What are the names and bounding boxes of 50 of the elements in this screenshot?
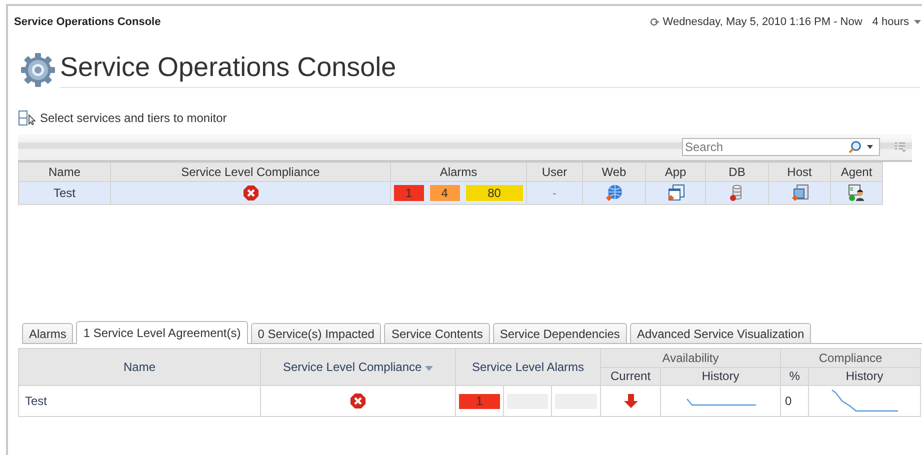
caret-icon[interactable] bbox=[866, 144, 874, 150]
tab[interactable]: Service Dependencies bbox=[492, 323, 627, 343]
column-header[interactable]: App bbox=[646, 162, 706, 182]
column-header[interactable]: Service Level Compliance bbox=[110, 162, 390, 182]
select-cursor-icon[interactable] bbox=[18, 110, 38, 126]
column-header[interactable]: History bbox=[660, 367, 781, 386]
tab[interactable]: Alarms bbox=[22, 323, 74, 343]
column-header[interactable]: Alarms bbox=[390, 162, 526, 182]
select-services-link[interactable]: Select services and tiers to monitor bbox=[40, 111, 227, 125]
table-cell[interactable]: Test bbox=[18, 386, 260, 416]
search-field[interactable]: Search bbox=[682, 138, 880, 156]
column-header[interactable]: Agent bbox=[830, 162, 882, 182]
agent-icon[interactable] bbox=[848, 184, 866, 202]
table-row[interactable]: Test 1 4 80 - bbox=[18, 182, 882, 204]
column-header[interactable]: User bbox=[526, 162, 582, 182]
tab[interactable]: 0 Service(s) Impacted bbox=[250, 323, 382, 343]
column-header[interactable]: History bbox=[808, 367, 921, 386]
column-header[interactable]: Host bbox=[768, 162, 830, 182]
search-icon[interactable] bbox=[848, 140, 862, 154]
table-cell[interactable]: Test bbox=[18, 182, 110, 204]
compliance-sparkline bbox=[830, 389, 899, 413]
alarm-count[interactable]: 4 bbox=[430, 185, 460, 201]
column-header[interactable]: Name bbox=[18, 348, 260, 386]
column-header[interactable]: Service Level Compliance bbox=[260, 348, 456, 386]
sort-arrow-icon bbox=[425, 366, 434, 371]
window-icon[interactable] bbox=[666, 184, 684, 202]
column-options-icon[interactable] bbox=[894, 141, 906, 153]
server-window-icon[interactable] bbox=[790, 184, 808, 202]
alarm-count[interactable]: 80 bbox=[466, 185, 524, 201]
tab[interactable]: Advanced Service Visualization bbox=[630, 323, 812, 343]
column-header[interactable]: DB bbox=[706, 162, 768, 182]
date-range[interactable]: Wednesday, May 5, 2010 1:16 PM - Now bbox=[662, 16, 862, 28]
page-title: Service Operations Console bbox=[60, 52, 920, 88]
caret-icon[interactable] bbox=[913, 19, 922, 25]
tab[interactable]: Service Contents bbox=[384, 323, 490, 343]
globe-icon[interactable] bbox=[605, 184, 623, 202]
column-header[interactable]: Service Level Alarms bbox=[456, 348, 601, 386]
gear-icon bbox=[20, 52, 56, 88]
tab[interactable]: 1 Service Level Agreement(s) bbox=[76, 321, 248, 344]
table-cell: - bbox=[526, 182, 582, 204]
refresh-icon[interactable] bbox=[650, 18, 659, 26]
column-header[interactable]: Name bbox=[18, 162, 110, 182]
duration-dropdown[interactable]: 4 hours bbox=[872, 16, 909, 28]
column-header[interactable]: Web bbox=[582, 162, 646, 182]
table-cell: 0 bbox=[780, 386, 809, 416]
column-group-header: Compliance bbox=[780, 348, 921, 367]
column-header[interactable]: Current bbox=[600, 367, 661, 386]
column-group-header: Availability bbox=[600, 348, 781, 367]
panel-title: Service Operations Console bbox=[14, 16, 161, 28]
column-header[interactable]: % bbox=[780, 367, 809, 386]
